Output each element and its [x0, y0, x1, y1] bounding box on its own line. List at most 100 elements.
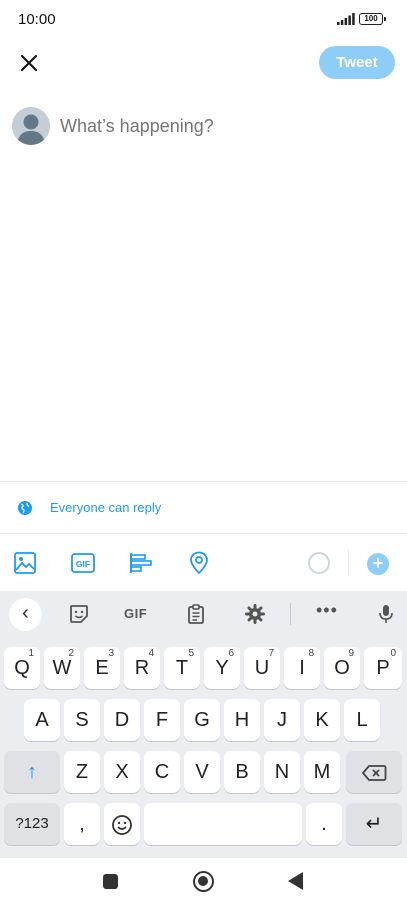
key-number-hint: 3 — [108, 648, 114, 659]
key-m[interactable]: M — [304, 751, 340, 793]
clipboard-button[interactable] — [184, 602, 208, 626]
key-label: W — [52, 657, 72, 679]
close-icon — [20, 54, 38, 72]
poll-icon — [130, 553, 152, 573]
key-label: R — [134, 657, 150, 679]
navigation-bar — [0, 858, 407, 906]
gif-icon: GIF — [71, 553, 95, 573]
key-s[interactable]: S — [64, 699, 100, 741]
more-options-button[interactable]: ••• — [316, 600, 338, 621]
gif-icon-text: GIF — [76, 559, 90, 569]
shift-key[interactable]: ↑ — [4, 751, 60, 793]
enter-icon: ↵ — [365, 813, 383, 835]
battery-icon: 100 — [359, 13, 386, 25]
key-t[interactable]: T5 — [164, 647, 200, 689]
compose-text-input[interactable] — [60, 111, 390, 141]
key-b[interactable]: B — [224, 751, 260, 793]
key-number-hint: 7 — [268, 648, 274, 659]
emoji-icon — [112, 814, 132, 835]
sticker-button[interactable] — [67, 602, 91, 626]
key-p[interactable]: P0 — [364, 647, 402, 689]
key-k[interactable]: K — [304, 699, 340, 741]
key-r[interactable]: R4 — [124, 647, 160, 689]
key-h[interactable]: H — [224, 699, 260, 741]
status-bar: 10:00 100 — [0, 0, 407, 40]
default-avatar-icon — [12, 107, 50, 145]
emoji-key[interactable] — [104, 803, 140, 845]
character-count-ring — [308, 552, 330, 574]
keyboard-suggestion-bar: ‹ GIF ••• — [0, 591, 407, 637]
image-icon — [14, 552, 36, 574]
key-l[interactable]: L — [344, 699, 380, 741]
key-label: P — [376, 657, 390, 679]
clipboard-icon — [188, 604, 204, 624]
key-u[interactable]: U7 — [244, 647, 280, 689]
key-label: E — [95, 657, 109, 679]
divider — [0, 533, 407, 534]
key-label: Y — [215, 657, 229, 679]
microphone-icon — [379, 605, 393, 623]
key-i[interactable]: I8 — [284, 647, 320, 689]
key-z[interactable]: Z — [64, 751, 100, 793]
key-label: Q — [14, 657, 30, 679]
toolbar-divider — [348, 550, 349, 576]
signal-icon — [337, 13, 355, 25]
key-v[interactable]: V — [184, 751, 220, 793]
key-label: U — [254, 657, 270, 679]
symbols-key[interactable]: ?123 — [4, 803, 60, 845]
key-number-hint: 0 — [390, 648, 396, 659]
key-number-hint: 9 — [348, 648, 354, 659]
key-number-hint: 8 — [308, 648, 314, 659]
key-n[interactable]: N — [264, 751, 300, 793]
key-q[interactable]: Q1 — [4, 647, 40, 689]
key-g[interactable]: G — [184, 699, 220, 741]
key-j[interactable]: J — [264, 699, 300, 741]
reply-setting-button[interactable]: Everyone can reply — [50, 500, 161, 515]
key-d[interactable]: D — [104, 699, 140, 741]
enter-key[interactable]: ↵ — [346, 803, 402, 845]
key-f[interactable]: F — [144, 699, 180, 741]
key-number-hint: 2 — [68, 648, 74, 659]
key-number-hint: 5 — [188, 648, 194, 659]
key-y[interactable]: Y6 — [204, 647, 240, 689]
keyboard-settings-button[interactable] — [243, 602, 267, 626]
recents-button[interactable] — [103, 874, 118, 889]
key-label: I — [299, 657, 305, 679]
keyboard-gif-button[interactable]: GIF — [124, 606, 147, 621]
key-label: T — [175, 657, 189, 679]
shift-icon: ↑ — [27, 761, 37, 783]
home-button[interactable] — [193, 871, 214, 892]
status-time: 10:00 — [18, 11, 56, 28]
key-label: O — [334, 657, 350, 679]
space-key[interactable] — [144, 803, 302, 845]
backspace-icon — [361, 764, 387, 781]
backspace-key[interactable] — [346, 751, 402, 793]
key-number-hint: 4 — [148, 648, 154, 659]
key-o[interactable]: O9 — [324, 647, 360, 689]
gear-icon — [245, 604, 265, 624]
key-a[interactable]: A — [24, 699, 60, 741]
gif-button[interactable]: GIF — [70, 550, 96, 576]
key-w[interactable]: W2 — [44, 647, 80, 689]
divider — [0, 481, 407, 482]
keyboard: ‹ GIF ••• Q 1 W 2 E 3 R 4 T 5 Y 6 U 7 I … — [0, 591, 407, 858]
back-button[interactable] — [288, 872, 303, 890]
poll-button[interactable] — [128, 550, 154, 576]
globe-icon — [18, 501, 32, 515]
period-key[interactable]: . — [306, 803, 342, 845]
key-number-hint: 1 — [28, 648, 34, 659]
keyboard-bar-divider — [290, 603, 291, 625]
close-button[interactable] — [14, 48, 44, 78]
keyboard-collapse-button[interactable]: ‹ — [9, 598, 42, 631]
comma-key[interactable]: , — [64, 803, 100, 845]
voice-input-button[interactable] — [374, 602, 398, 626]
location-button[interactable] — [186, 550, 212, 576]
tweet-button[interactable]: Tweet — [319, 46, 395, 79]
location-pin-icon — [190, 551, 208, 575]
key-x[interactable]: X — [104, 751, 140, 793]
key-c[interactable]: C — [144, 751, 180, 793]
key-number-hint: 6 — [228, 648, 234, 659]
key-e[interactable]: E3 — [84, 647, 120, 689]
add-tweet-button[interactable]: + — [367, 553, 389, 575]
media-button[interactable] — [12, 550, 38, 576]
